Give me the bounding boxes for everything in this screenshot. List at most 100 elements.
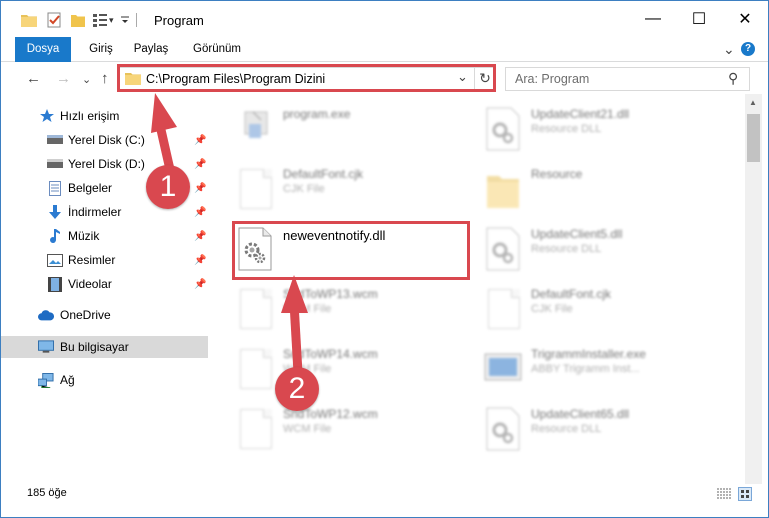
document-icon — [235, 166, 275, 212]
search-input[interactable]: Ara: Program — [515, 72, 589, 86]
search-box[interactable]: Ara: Program ⚲ — [505, 67, 750, 91]
installer-icon — [483, 346, 523, 392]
file-name: UpdateClient5.dll — [531, 227, 623, 241]
file-name: Resource — [531, 167, 583, 181]
pin-icon: 📌 — [194, 230, 207, 242]
sidebar-item-label: Hızlı erişim — [60, 109, 120, 123]
file-type: CJK File — [283, 183, 325, 195]
properties-icon[interactable] — [47, 12, 61, 28]
sidebar-item-label: İndirmeler — [68, 205, 122, 219]
tab-view[interactable]: Görünüm — [187, 37, 247, 61]
pin-icon: 📌 — [194, 206, 207, 218]
sidebar-item-pictures[interactable]: Resimler 📌 — [1, 249, 208, 271]
view-options-icon[interactable] — [93, 13, 107, 27]
file-name: DefaultFont.cjk — [531, 287, 612, 301]
tab-home[interactable]: Giriş — [81, 37, 121, 61]
sidebar-item-label: Resimler — [68, 253, 116, 267]
vertical-scrollbar[interactable]: ▲ — [745, 94, 762, 484]
file-item[interactable]: SndToWP12.wcm WCM File — [235, 402, 475, 456]
sidebar-item-label: Bu bilgisayar — [60, 340, 129, 354]
address-bar-highlight — [117, 64, 496, 92]
file-name: UpdateClient21.dll — [531, 107, 630, 121]
file-type: Resource DLL — [531, 243, 602, 255]
network-icon — [38, 372, 54, 388]
sidebar-item-this-pc[interactable]: Bu bilgisayar — [1, 336, 208, 358]
file-item[interactable]: Resource — [483, 162, 723, 216]
star-icon — [39, 108, 55, 124]
forward-button[interactable]: → — [56, 70, 71, 87]
help-button[interactable]: ? — [741, 41, 755, 57]
file-type: CJK File — [531, 303, 573, 315]
scrollbar-thumb[interactable] — [747, 114, 760, 162]
help-icon: ? — [741, 42, 755, 56]
close-button[interactable]: ✕ — [722, 1, 768, 37]
file-type: ABBY Trigramm Inst... — [531, 363, 640, 375]
scroll-up-arrow-icon[interactable]: ▲ — [749, 98, 757, 107]
file-name: UpdateClient65.dll — [531, 407, 630, 421]
maximize-button[interactable]: ☐ — [676, 1, 722, 37]
sidebar-item-label: Belgeler — [68, 181, 113, 195]
file-item[interactable]: UpdateClient5.dll Resource DLL — [483, 222, 723, 276]
documents-icon — [47, 180, 63, 196]
file-item[interactable]: UpdateClient65.dll Resource DLL — [483, 402, 723, 456]
item-count: 185 öğe — [27, 487, 67, 499]
drive-icon — [47, 156, 63, 172]
dll-gear-icon — [483, 106, 523, 152]
up-button[interactable]: ↑ — [101, 70, 109, 87]
file-item[interactable]: TrigrammInstaller.exe ABBY Trigramm Inst… — [483, 342, 723, 396]
sidebar-item-network[interactable]: Ağ — [1, 369, 208, 391]
sidebar-item-label: OneDrive — [60, 308, 111, 322]
explorer-window: ▾ Program — ☐ ✕ Dosya Giriş Paylaş Görün… — [0, 0, 769, 518]
document-icon — [483, 286, 523, 332]
computer-icon — [38, 339, 54, 355]
details-view-icon — [717, 488, 731, 499]
file-name: TrigrammInstaller.exe — [531, 347, 646, 361]
large-icons-view-icon — [741, 490, 749, 498]
details-view-button[interactable] — [717, 488, 731, 500]
ribbon-tabs: Dosya Giriş Paylaş Görünüm ⌄ ? — [1, 37, 768, 91]
window-title: Program — [154, 13, 204, 28]
status-bar: 185 öğe — [1, 484, 768, 507]
dll-gear-icon — [483, 406, 523, 452]
back-button[interactable]: ← — [26, 70, 41, 87]
title-bar: ▾ Program — ☐ ✕ — [1, 1, 768, 37]
ribbon-expand-button[interactable]: ⌄ — [723, 41, 735, 57]
file-type: Resource DLL — [531, 423, 602, 435]
document-icon — [235, 406, 275, 452]
new-folder-icon[interactable] — [70, 12, 86, 28]
sidebar-item-label: Videolar — [68, 277, 112, 291]
exe-icon — [235, 106, 275, 152]
folder-icon[interactable] — [21, 13, 37, 27]
videos-icon — [47, 276, 63, 292]
recent-locations-button[interactable]: ⌄ — [82, 73, 91, 86]
sidebar-item-music[interactable]: Müzik 📌 — [1, 225, 208, 247]
file-item[interactable]: UpdateClient21.dll Resource DLL — [483, 102, 723, 156]
file-item[interactable]: program.exe — [235, 102, 475, 156]
cloud-icon — [38, 307, 54, 323]
search-icon[interactable]: ⚲ — [728, 70, 738, 87]
drive-icon — [47, 132, 63, 148]
sidebar-item-videos[interactable]: Videolar 📌 — [1, 273, 208, 295]
file-item[interactable]: DefaultFont.cjk CJK File — [483, 282, 723, 336]
file-type: WCM File — [283, 423, 332, 435]
step-badge-1: 1 — [146, 165, 190, 209]
minimize-button[interactable]: — — [630, 1, 676, 37]
pin-icon: 📌 — [194, 278, 207, 290]
file-highlight — [232, 221, 470, 280]
step-badge-2: 2 — [275, 367, 319, 411]
quick-access-toolbar: ▾ — [21, 10, 145, 30]
dll-gear-icon — [483, 226, 523, 272]
tab-share[interactable]: Paylaş — [129, 37, 173, 61]
sidebar-item-onedrive[interactable]: OneDrive — [1, 304, 208, 326]
music-icon — [47, 228, 63, 244]
arrow-to-file-icon — [281, 275, 308, 374]
qa-dropdown-icon[interactable] — [120, 15, 130, 25]
pin-icon: 📌 — [194, 254, 207, 266]
file-item[interactable]: DefaultFont.cjk CJK File — [235, 162, 475, 216]
pictures-icon — [47, 252, 63, 268]
customize-qa-chevron-icon[interactable]: ▾ — [109, 15, 114, 26]
file-type: Resource DLL — [531, 123, 602, 135]
large-icons-view-button[interactable] — [738, 487, 752, 501]
downloads-icon — [47, 204, 63, 220]
sidebar-item-label: Müzik — [68, 229, 100, 243]
